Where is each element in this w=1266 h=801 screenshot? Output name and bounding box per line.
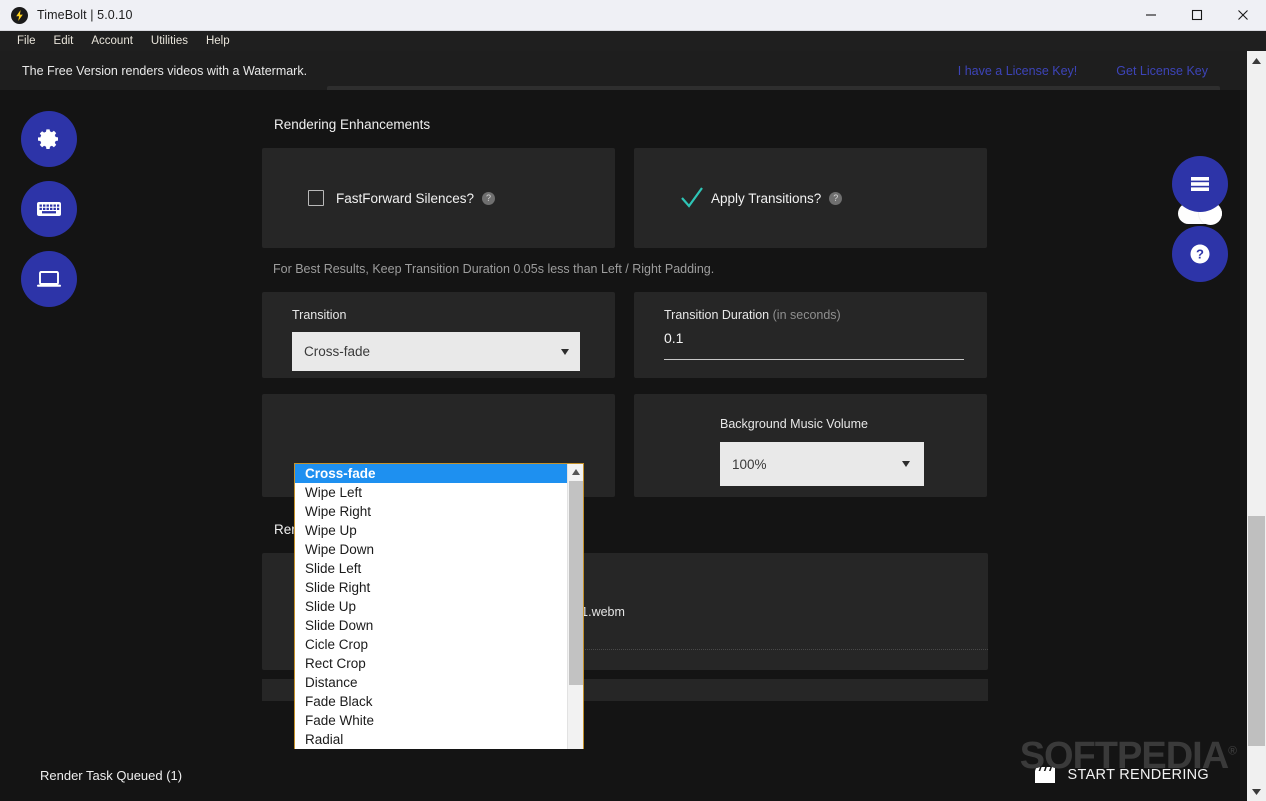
- dropdown-option[interactable]: Slide Left: [295, 559, 567, 578]
- dropdown-option[interactable]: Rect Crop: [295, 654, 567, 673]
- dropdown-scrollbar[interactable]: [567, 464, 583, 749]
- window-title: TimeBolt | 5.0.10: [37, 8, 133, 22]
- dropdown-option[interactable]: Cicle Crop: [295, 635, 567, 654]
- list-button[interactable]: [1172, 156, 1228, 212]
- have-license-key-link[interactable]: I have a License Key!: [958, 64, 1078, 78]
- dropdown-option[interactable]: Slide Down: [295, 616, 567, 635]
- banner-links: I have a License Key! Get License Key: [958, 64, 1247, 78]
- menubar: File Edit Account Utilities Help: [0, 31, 1266, 51]
- settings-button[interactable]: [21, 111, 77, 167]
- transition-duration-card: Transition Duration (in seconds) 0.1: [634, 292, 987, 378]
- fastforward-checkbox[interactable]: [308, 190, 324, 206]
- transition-duration-label: Transition Duration (in seconds): [664, 308, 841, 322]
- dropdown-option[interactable]: Wipe Down: [295, 540, 567, 559]
- fastforward-silences-card[interactable]: FastForward Silences?: [262, 148, 615, 248]
- left-rail: [0, 90, 100, 749]
- license-banner: The Free Version renders videos with a W…: [0, 51, 1247, 90]
- display-button[interactable]: [21, 251, 77, 307]
- bolt-icon: [11, 6, 28, 24]
- dropdown-option[interactable]: Slide Right: [295, 578, 567, 597]
- dropdown-option[interactable]: Fade White: [295, 711, 567, 730]
- enhancement-cards-row: FastForward Silences? Apply Transitions?: [262, 148, 988, 248]
- dropdown-option[interactable]: Distance: [295, 673, 567, 692]
- question-icon: ?: [1190, 244, 1210, 264]
- gear-icon: [38, 129, 58, 149]
- titlebar: TimeBolt | 5.0.10: [0, 0, 1266, 31]
- start-rendering-button[interactable]: START RENDERING: [1034, 766, 1209, 784]
- chevron-down-icon: [561, 348, 569, 355]
- transition-duration-value: 0.1: [664, 330, 684, 346]
- transition-select[interactable]: Cross-fade: [292, 332, 580, 371]
- menu-account[interactable]: Account: [82, 33, 142, 49]
- background-music-volume-label: Background Music Volume: [720, 417, 868, 431]
- chevron-down-icon: [902, 461, 910, 467]
- dropdown-option[interactable]: Wipe Right: [295, 502, 567, 521]
- window-scroll-up-icon[interactable]: [1247, 51, 1266, 70]
- transition-fields-row: Transition Cross-fade Transition Duratio…: [262, 292, 988, 378]
- list-icon: [1191, 177, 1209, 191]
- menu-help[interactable]: Help: [197, 33, 239, 49]
- background-music-volume-value: 100%: [732, 456, 767, 472]
- dropdown-option[interactable]: Radial: [295, 730, 567, 749]
- dropdown-option[interactable]: Wipe Left: [295, 483, 567, 502]
- background-music-volume-card: Background Music Volume 100%: [634, 394, 987, 497]
- menu-utilities[interactable]: Utilities: [142, 33, 197, 49]
- dropdown-option[interactable]: Cross-fade: [295, 464, 567, 483]
- transition-selected-value: Cross-fade: [304, 344, 371, 359]
- minimize-icon[interactable]: [1128, 0, 1174, 31]
- transitions-checkmark-icon: [681, 187, 703, 208]
- apply-transitions-card[interactable]: Apply Transitions?: [634, 148, 987, 248]
- close-icon[interactable]: [1220, 0, 1266, 31]
- fastforward-label: FastForward Silences?: [336, 191, 496, 206]
- transition-label: Transition: [292, 308, 347, 322]
- input-underline: [664, 359, 964, 360]
- window-scrollbar[interactable]: [1247, 51, 1266, 801]
- clapperboard-icon: [1034, 767, 1055, 783]
- keyboard-button[interactable]: [21, 181, 77, 237]
- fastforward-help-icon[interactable]: [482, 191, 496, 205]
- render-queue-status: Render Task Queued (1): [40, 767, 183, 783]
- banner-message: The Free Version renders videos with a W…: [22, 63, 308, 78]
- window-scroll-down-icon[interactable]: [1247, 782, 1266, 801]
- transitions-help-icon[interactable]: [829, 191, 843, 205]
- main-scroll-area: ? Rendering Enhancements FastForward Sil…: [0, 90, 1247, 749]
- menu-file[interactable]: File: [8, 33, 45, 49]
- transition-option-list[interactable]: Cross-fade Wipe Left Wipe Right Wipe Up Wipe…: [295, 464, 567, 749]
- help-button[interactable]: ?: [1172, 226, 1228, 282]
- svg-text:?: ?: [1196, 247, 1204, 262]
- maximize-icon[interactable]: [1174, 0, 1220, 31]
- apply-transitions-label: Apply Transitions?: [711, 191, 843, 206]
- scroll-up-icon[interactable]: [568, 464, 583, 480]
- keyboard-icon: [37, 202, 61, 216]
- transition-duration-input[interactable]: 0.1: [664, 330, 964, 360]
- laptop-icon: [37, 271, 61, 287]
- start-rendering-label: START RENDERING: [1067, 767, 1209, 783]
- get-license-key-link[interactable]: Get License Key: [1116, 64, 1208, 78]
- background-music-volume-select[interactable]: 100%: [720, 442, 924, 486]
- section-title-rendering-enhancements: Rendering Enhancements: [274, 117, 431, 132]
- timebolt-window: TimeBolt | 5.0.10 File Edit Account Util…: [0, 0, 1266, 801]
- dropdown-option[interactable]: Fade Black: [295, 692, 567, 711]
- dropdown-option[interactable]: Wipe Up: [295, 521, 567, 540]
- menu-edit[interactable]: Edit: [45, 33, 83, 49]
- transition-field-card: Transition Cross-fade: [262, 292, 615, 378]
- transition-hint: For Best Results, Keep Transition Durati…: [273, 262, 715, 276]
- dropdown-option[interactable]: Slide Up: [295, 597, 567, 616]
- transition-dropdown-popup[interactable]: Cross-fade Wipe Left Wipe Right Wipe Up Wipe…: [294, 463, 584, 749]
- window-scroll-thumb[interactable]: [1248, 516, 1265, 746]
- statusbar: Render Task Queued (1) START RENDERING: [0, 749, 1247, 801]
- dropdown-scroll-thumb[interactable]: [569, 481, 583, 685]
